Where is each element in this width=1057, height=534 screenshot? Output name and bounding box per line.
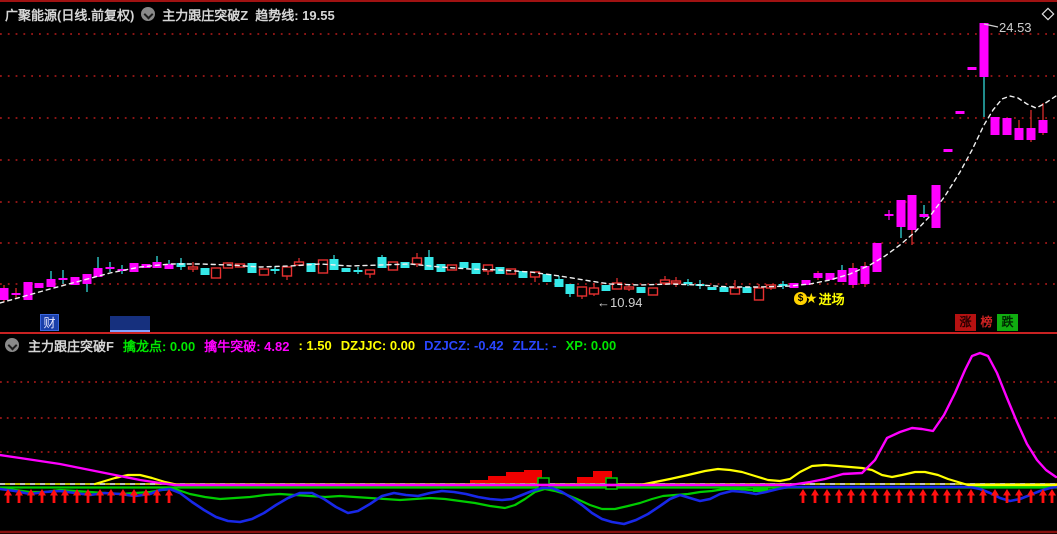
star-icon: ★ [805, 289, 818, 306]
rank-buttons: 涨 榜 跌 [955, 314, 1018, 331]
rank-list-label[interactable]: 榜 [976, 314, 997, 331]
entry-signal-marker: $ ★ 进场 [794, 289, 845, 307]
rank-down-button[interactable]: 跌 [997, 314, 1018, 331]
rank-up-button[interactable]: 涨 [955, 314, 976, 331]
indicator-value: DZJJC: 0.00 [340, 337, 416, 353]
indicator-value: 擒牛突破: 4.82 [204, 338, 290, 354]
chart-canvas[interactable] [0, 0, 1057, 534]
partial-axis-badge [110, 316, 150, 332]
sub-gridlines [0, 381, 1057, 453]
finance-report-badge[interactable]: 财 [40, 314, 59, 331]
candlestick-series [0, 23, 1048, 302]
entry-label: 进场 [818, 291, 845, 307]
low-price-label: ←10.94 [597, 295, 643, 310]
main-indicator-name[interactable]: 主力跟庄突破Z [162, 5, 248, 24]
indicator-value: : 1.50 [298, 337, 332, 353]
app-window: 广聚能源(日线.前复权) 主力跟庄突破Z 趋势线: 19.55 24.53 ←1… [0, 0, 1057, 534]
stock-title[interactable]: 广聚能源(日线.前复权) [5, 5, 134, 24]
main-chart-header: 广聚能源(日线.前复权) 主力跟庄突破Z 趋势线: 19.55 [5, 5, 335, 23]
diamond-marker [1041, 7, 1055, 21]
chevron-down-icon[interactable] [141, 7, 156, 21]
indicator-value: DZJCZ: -0.42 [424, 337, 504, 353]
indicator-value: ZLZL: - [512, 337, 557, 353]
indicator-value: XP: 0.00 [565, 337, 617, 353]
chevron-down-icon[interactable] [5, 338, 19, 352]
sub-indicator-name[interactable]: 主力跟庄突破F [28, 336, 114, 355]
sub-chart-header: 主力跟庄突破F 擒龙点: 0.00 擒牛突破: 4.82 : 1.50 DZJJ… [5, 336, 617, 355]
trendline-value: 趋势线: 19.55 [255, 7, 335, 23]
high-price-label: 24.53 [999, 20, 1032, 35]
ma-trend-line [0, 7, 1057, 304]
indicator-value: 擒龙点: 0.00 [122, 338, 196, 354]
